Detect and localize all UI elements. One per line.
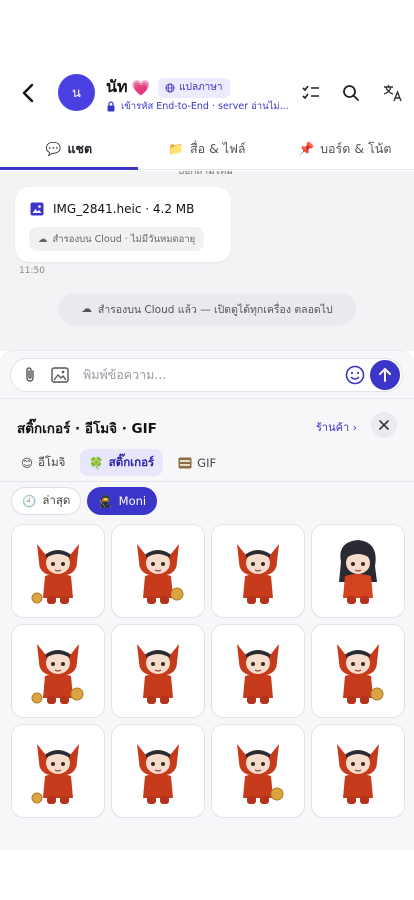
arrow-up-icon	[379, 368, 391, 382]
paperclip-icon[interactable]	[15, 360, 45, 390]
sticker-item[interactable]	[211, 724, 305, 818]
pack-moni-label: Moni	[118, 494, 147, 508]
previous-message-text: บอกสามีไหม	[178, 171, 233, 177]
contact-title: นัท 💗 แปลภาษา	[106, 75, 230, 100]
tab-chat-label: แชต	[67, 140, 93, 156]
checklist-icon[interactable]	[298, 80, 324, 106]
panel-title: สติ๊กเกอร์ · อีโมจิ · GIF	[17, 421, 157, 437]
sticker-item[interactable]	[11, 524, 105, 618]
cloud-status-text: สำรองบน Cloud · ไม่มีวันหมดอายุ	[52, 233, 196, 245]
tab-gif-label: GIF	[197, 455, 217, 470]
sticker-character-image	[237, 544, 279, 604]
sticker-grid	[11, 524, 405, 818]
sticker-item[interactable]	[311, 524, 405, 618]
close-icon	[379, 420, 389, 430]
sticker-panel: สติ๊กเกอร์ · อีโมจิ · GIF ร้านค้า › 😊 อี…	[0, 398, 414, 850]
smile-icon: 😊	[21, 455, 33, 470]
tab-emoji[interactable]: 😊 อีโมจิ	[12, 449, 74, 476]
sticker-item[interactable]	[111, 724, 205, 818]
sticker-item[interactable]	[211, 524, 305, 618]
search-icon[interactable]	[338, 80, 364, 106]
composer: พิมพ์ข้อความ...	[10, 358, 403, 392]
system-message-text: สำรองบน Cloud แล้ว — เปิดดูได้ทุกเครื่อง…	[97, 303, 333, 316]
encryption-text: เข้ารหัส End-to-End · server อ่านไม่...	[121, 101, 289, 112]
sticker-item[interactable]	[211, 624, 305, 718]
cloud-status-chip: ☁ สำรองบน Cloud · ไม่มีวันหมดอายุ	[29, 227, 205, 251]
sticker-item[interactable]	[311, 624, 405, 718]
tab-chat[interactable]: 💬 แชต	[0, 128, 138, 170]
tab-board-label: บอร์ด & โน้ต	[320, 140, 392, 156]
lock-icon	[107, 101, 115, 112]
avatar[interactable]: น	[58, 74, 95, 111]
sticker-character-image	[137, 644, 179, 704]
tab-media-label: สื่อ & ไฟล์	[189, 140, 246, 156]
gif-icon	[178, 457, 192, 468]
pack-moni[interactable]: 🥷 Moni	[87, 487, 158, 515]
tab-board[interactable]: 📌 บอร์ด & โน้ต	[276, 128, 414, 169]
back-icon[interactable]	[14, 78, 44, 108]
tab-media[interactable]: 📁 สื่อ & ไฟล์	[138, 128, 276, 169]
sticker-item[interactable]	[111, 624, 205, 718]
sticker-character-image	[31, 744, 79, 804]
sticker-item[interactable]	[311, 724, 405, 818]
chat-bubble-icon: 💬	[45, 140, 62, 156]
pack-recent[interactable]: 🕘 ล่าสุด	[11, 487, 82, 515]
sticker-character-image	[237, 644, 279, 704]
folder-icon: 📁	[168, 140, 184, 156]
panel-tabs: 😊 อีโมจิ 🍀 สติ๊กเกอร์ GIF	[12, 449, 225, 476]
panel-divider	[0, 481, 414, 482]
store-link[interactable]: ร้านค้า ›	[316, 418, 357, 436]
message-time: 11:50	[19, 266, 45, 276]
contact-name: นัท	[106, 77, 128, 96]
emoji-icon[interactable]	[340, 360, 370, 390]
sticker-item[interactable]	[111, 524, 205, 618]
composer-area: พิมพ์ข้อความ...	[0, 350, 414, 400]
pack-recent-label: ล่าสุด	[42, 493, 71, 507]
tab-stickers-label: สติ๊กเกอร์	[108, 454, 155, 469]
sticker-item[interactable]	[11, 624, 105, 718]
image-file-icon	[30, 202, 44, 216]
send-button[interactable]	[370, 360, 400, 390]
message-input[interactable]: พิมพ์ข้อความ...	[75, 365, 340, 385]
pin-icon: 📌	[298, 140, 315, 156]
sticker-character-image	[339, 540, 377, 604]
sticker-character-image	[137, 744, 179, 804]
clover-icon: 🍀	[89, 455, 104, 470]
sticker-character-image	[237, 744, 284, 804]
image-icon[interactable]	[45, 360, 75, 390]
message-list[interactable]: บอกสามีไหม IMG_2841.heic · 4.2 MB ☁ สำรอ…	[0, 171, 414, 351]
globe-icon	[165, 83, 175, 92]
sticker-character-image	[31, 544, 79, 604]
cloud-icon: ☁	[38, 233, 48, 245]
chat-header: น นัท 💗 แปลภาษา เข้ารหัส End-to-End · se…	[0, 58, 414, 128]
ninja-icon: 🥷	[98, 494, 113, 508]
translate-label: แปลภาษา	[179, 82, 223, 93]
translate-button[interactable]: แปลภาษา	[158, 77, 230, 98]
tab-emoji-label: อีโมจิ	[38, 454, 66, 469]
sticker-item[interactable]	[11, 724, 105, 818]
avatar-initial: น	[72, 86, 81, 101]
heart-icon: 💗	[131, 78, 151, 97]
file-message[interactable]: IMG_2841.heic · 4.2 MB ☁ สำรองบน Cloud ·…	[15, 187, 231, 262]
system-message: ☁ สำรองบน Cloud แล้ว — เปิดดูได้ทุกเครื่…	[58, 293, 356, 325]
tab-gif[interactable]: GIF	[169, 449, 225, 476]
sticker-character-image	[337, 744, 379, 804]
sticker-packs: 🕘 ล่าสุด 🥷 Moni	[11, 487, 158, 515]
encryption-status[interactable]: เข้ารหัส End-to-End · server อ่านไม่...	[106, 99, 292, 114]
bottom-safe-area	[0, 850, 414, 900]
translate-icon[interactable]	[380, 80, 406, 106]
sticker-character-image	[337, 644, 384, 704]
chat-tabs: 💬 แชต 📁 สื่อ & ไฟล์ 📌 บอร์ด & โน้ต	[0, 128, 414, 170]
file-name: IMG_2841.heic · 4.2 MB	[53, 202, 195, 216]
clock-icon: 🕘	[22, 494, 37, 508]
tab-stickers[interactable]: 🍀 สติ๊กเกอร์	[80, 449, 164, 476]
cloud-icon: ☁	[81, 303, 92, 315]
sticker-character-image	[137, 544, 184, 604]
sticker-character-image	[31, 644, 84, 704]
close-panel-button[interactable]	[371, 412, 397, 438]
